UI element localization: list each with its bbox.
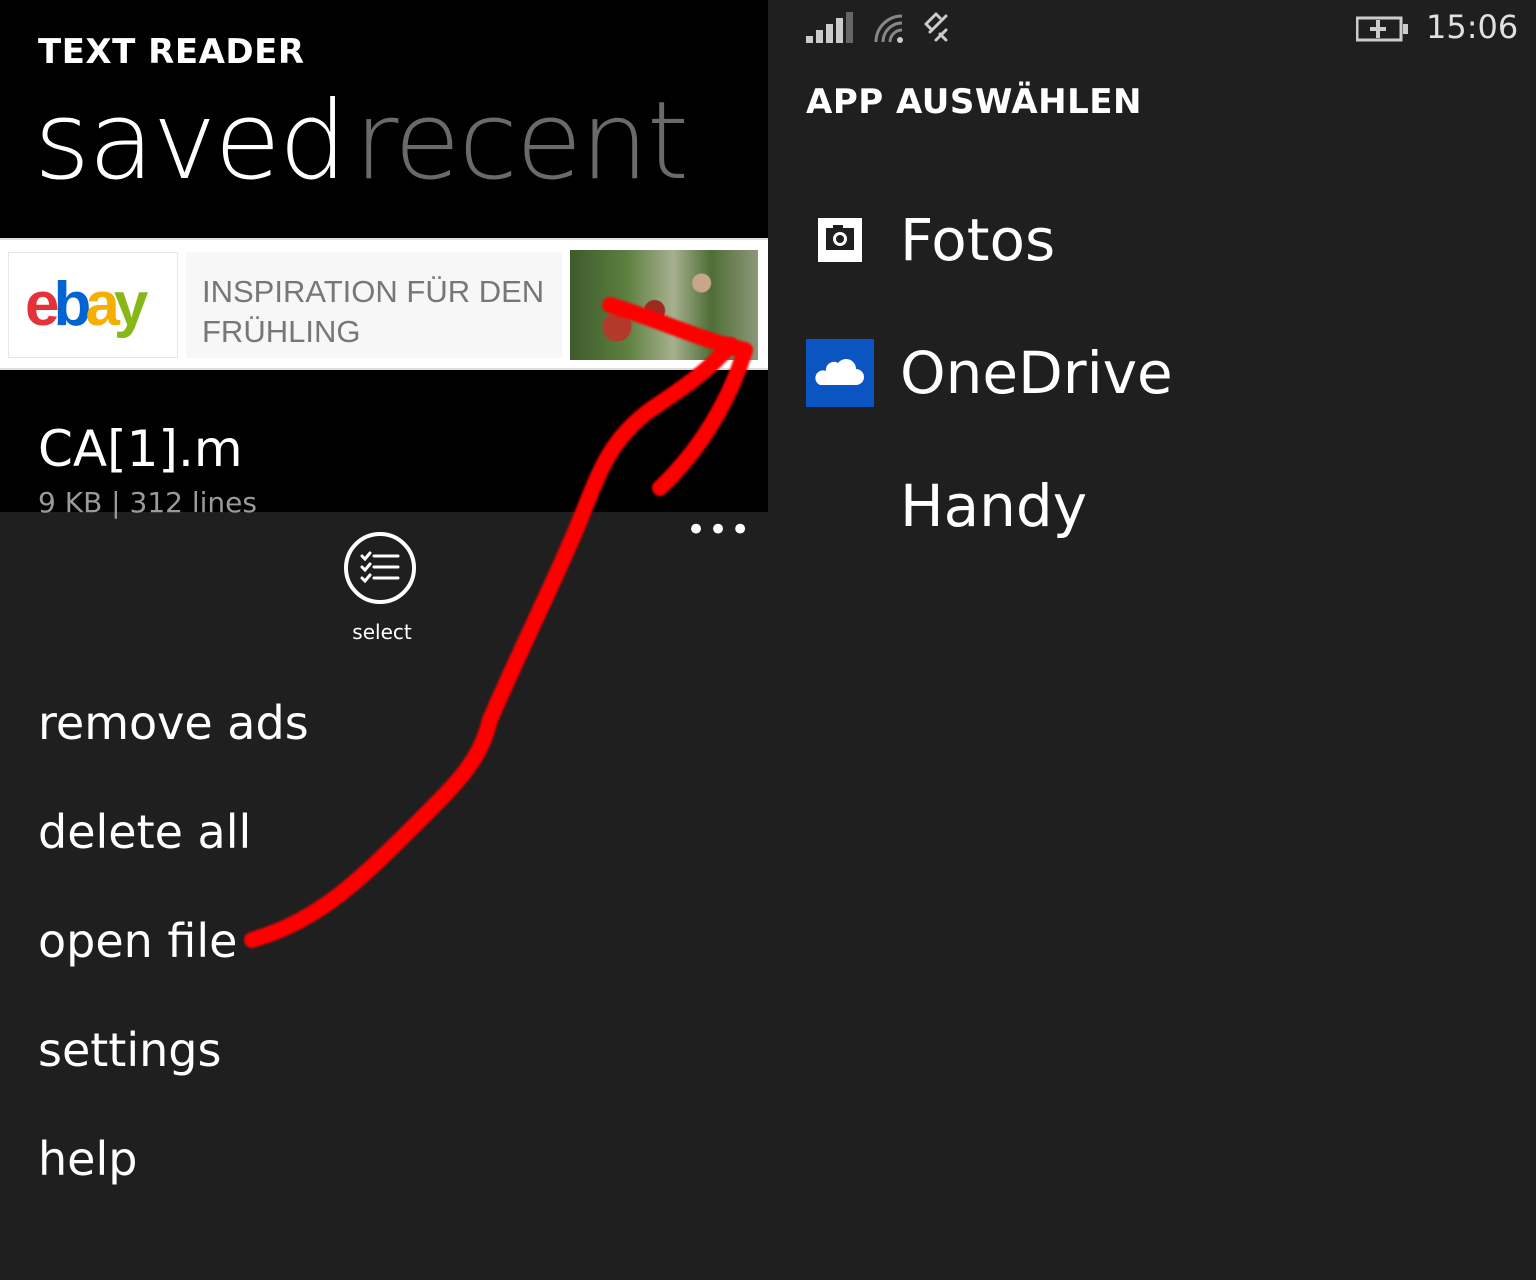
picker-title: APP AUSWÄHLEN	[806, 82, 1142, 122]
wifi-icon	[874, 14, 903, 43]
logo-letter-a: a	[85, 270, 120, 339]
menu-remove-ads[interactable]: remove ads	[38, 696, 309, 750]
battery-charging-icon	[1356, 16, 1408, 42]
logo-letter-b: b	[53, 270, 91, 339]
ad-text: INSPIRATION FÜR DEN FRÜHLING	[202, 274, 545, 349]
menu-help[interactable]: help	[38, 1132, 137, 1186]
flight-mode-icon	[924, 12, 948, 42]
app-onedrive[interactable]: OneDrive	[900, 339, 1173, 407]
status-time: 15:06	[1426, 8, 1519, 46]
app-handy[interactable]: Handy	[900, 472, 1087, 540]
ad-photo	[570, 250, 758, 360]
menu-delete-all[interactable]: delete all	[38, 805, 251, 859]
camera-icon	[818, 218, 862, 262]
ad-text-box: INSPIRATION FÜR DEN FRÜHLING	[186, 252, 562, 358]
onedrive-tile[interactable]	[806, 339, 874, 407]
file-meta: 9 KB | 312 lines	[38, 486, 257, 519]
ad-logo-box: ebay	[8, 252, 178, 358]
onedrive-cloud-icon	[815, 359, 864, 385]
menu-open-file[interactable]: open file	[38, 914, 237, 968]
select-label: select	[352, 620, 412, 644]
ad-banner[interactable]: ebay INSPIRATION FÜR DEN FRÜHLING	[0, 238, 768, 370]
menu-settings[interactable]: settings	[38, 1023, 221, 1077]
more-button[interactable]: •••	[686, 510, 752, 550]
logo-letter-e: e	[25, 270, 60, 339]
logo-letter-y: y	[113, 270, 149, 339]
fotos-tile[interactable]	[806, 206, 874, 274]
signal-icon	[806, 12, 853, 43]
select-button[interactable]	[344, 532, 416, 604]
select-list-icon	[360, 551, 400, 584]
ebay-logo: ebay	[25, 269, 149, 340]
pivot-recent[interactable]: recent	[354, 88, 689, 196]
app-fotos[interactable]: Fotos	[900, 206, 1055, 274]
pivot-saved[interactable]: saved	[34, 88, 347, 196]
app-title: TEXT READER	[38, 32, 305, 72]
file-name[interactable]: CA[1].m	[38, 420, 243, 478]
